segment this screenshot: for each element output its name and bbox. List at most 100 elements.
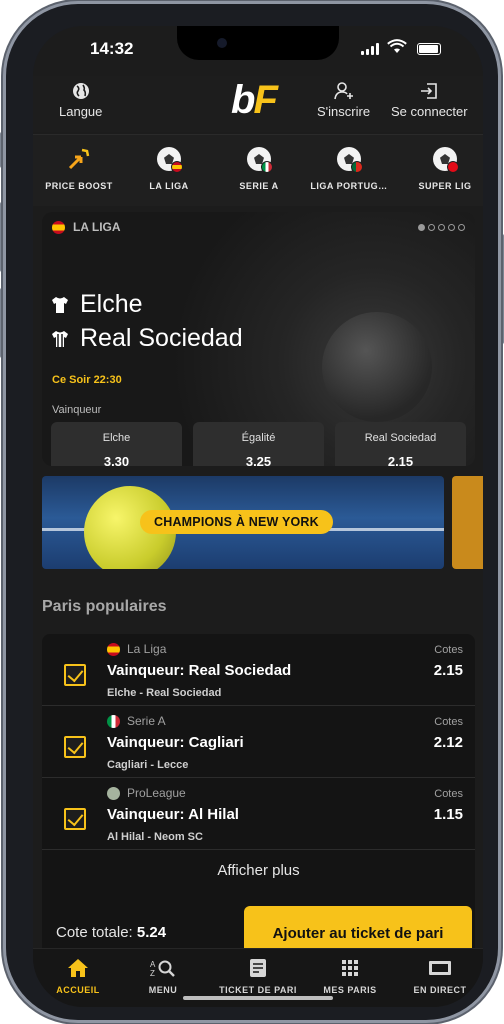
bet-league-label: La Liga <box>127 642 167 656</box>
carousel-dot[interactable] <box>428 224 435 231</box>
spain-flag-icon <box>52 220 65 234</box>
odds-caption: Cotes <box>434 788 463 800</box>
category-super-lig[interactable]: SUPER LIG <box>405 145 483 191</box>
category-price-boost[interactable]: PRICE BOOST <box>39 145 119 191</box>
featured-match-card[interactable]: LA LIGA Elche Real Sociedad Ce Soir 22:3… <box>42 212 475 466</box>
odds-label: Égalité <box>241 432 276 444</box>
bet-selection: Vainqueur: Cagliari <box>107 734 244 751</box>
promo-banner-next[interactable] <box>452 476 483 569</box>
odds-label: Elche <box>102 432 131 444</box>
italy-flag-icon <box>107 714 120 728</box>
odds-button-draw[interactable]: Égalité 3.25 <box>193 422 324 466</box>
away-team-name: Real Sociedad <box>80 324 243 352</box>
football-illustration <box>322 312 432 422</box>
away-team: Real Sociedad <box>50 324 243 353</box>
odds-value: 3.30 <box>103 454 130 466</box>
app-screen: 14:32 Langue bF S'inscrire Se connecter … <box>33 26 483 1007</box>
app-header: Langue bF S'inscrire Se connecter <box>33 76 483 132</box>
wifi-icon <box>387 39 407 53</box>
bet-selection: Vainqueur: Al Hilal <box>107 806 239 823</box>
football-spain-icon <box>155 145 183 173</box>
logo-b: b <box>231 78 255 122</box>
tab-menu[interactable]: AZ MENU <box>118 957 208 995</box>
login-button[interactable]: Se connecter <box>391 82 468 119</box>
popular-bet-row[interactable]: La Liga Vainqueur: Real Sociedad Elche -… <box>42 634 475 706</box>
tab-live[interactable]: EN DIRECT <box>395 957 483 995</box>
show-more-button[interactable]: Afficher plus <box>42 862 475 879</box>
football-portugal-icon <box>335 145 363 173</box>
popular-bet-row[interactable]: ProLeague Vainqueur: Al Hilal Al Hilal -… <box>42 778 475 850</box>
odds-button-home[interactable]: Elche 3.30 <box>51 422 182 466</box>
promo-banner-label: CHAMPIONS À NEW YORK <box>140 510 333 534</box>
live-icon <box>429 961 451 975</box>
home-icon <box>68 959 88 977</box>
volume-up-button <box>0 202 1 272</box>
odds-button-away[interactable]: Real Sociedad 2.15 <box>335 422 466 466</box>
signal-icon <box>361 43 379 55</box>
bet-league: Serie A <box>107 714 166 728</box>
category-strip: PRICE BOOST LA LIGA SERIE A LIGA PORTUG…… <box>33 134 483 206</box>
tab-home[interactable]: ACCUEIL <box>33 957 123 995</box>
carousel-dot[interactable] <box>438 224 445 231</box>
tab-my-bets[interactable]: MES PARIS <box>305 957 395 995</box>
category-serie-a[interactable]: SERIE A <box>219 145 299 191</box>
carousel-dot[interactable] <box>418 224 425 231</box>
tab-label: MES PARIS <box>323 985 377 995</box>
odds-value: 3.25 <box>245 454 272 466</box>
total-odds-value: 5.24 <box>136 924 167 941</box>
notch <box>177 26 339 60</box>
bet-checkbox[interactable] <box>64 808 86 830</box>
odds-caption: Cotes <box>434 716 463 728</box>
carousel-dots[interactable] <box>418 224 465 231</box>
promo-banner[interactable]: CHAMPIONS À NEW YORK <box>42 476 444 569</box>
carousel-dot[interactable] <box>458 224 465 231</box>
bet-checkbox[interactable] <box>64 664 86 686</box>
login-label: Se connecter <box>391 104 468 119</box>
popular-bet-row[interactable]: Serie A Vainqueur: Cagliari Cagliari - L… <box>42 706 475 778</box>
proleague-icon <box>107 786 120 800</box>
category-liga-portugal[interactable]: LIGA PORTUG… <box>309 145 389 191</box>
svg-text:A: A <box>150 960 156 969</box>
grid-icon <box>342 960 358 976</box>
signup-label: S'inscrire <box>317 104 371 119</box>
spain-flag-icon <box>107 642 120 656</box>
home-indicator <box>183 996 333 1000</box>
svg-text:Z: Z <box>150 969 155 978</box>
signup-button[interactable]: S'inscrire <box>317 82 370 119</box>
phone-frame: 14:32 Langue bF S'inscrire Se connecter … <box>0 4 504 1020</box>
bet-match: Cagliari - Lecce <box>107 759 189 771</box>
bet-league: ProLeague <box>107 786 186 800</box>
carousel-dot[interactable] <box>448 224 455 231</box>
bet-checkbox[interactable] <box>64 736 86 758</box>
price-boost-icon <box>65 145 93 173</box>
bet-league-label: Serie A <box>127 714 166 728</box>
odds-label: Real Sociedad <box>364 432 437 444</box>
kickoff-time: Ce Soir 22:30 <box>52 374 122 386</box>
bet-match: Elche - Real Sociedad <box>107 687 222 699</box>
bet-odds: 2.12 <box>433 734 463 751</box>
clock: 14:32 <box>90 39 134 58</box>
battery-icon <box>417 43 441 55</box>
language-button[interactable]: Langue <box>59 82 102 119</box>
market-label: Vainqueur <box>52 404 102 416</box>
popular-bets-title: Paris populaires <box>42 598 167 615</box>
login-icon <box>421 83 438 99</box>
menu-search-icon: AZ <box>150 960 175 978</box>
home-shirt-icon <box>52 296 68 313</box>
globe-icon <box>72 83 89 99</box>
tab-label: MENU <box>148 985 178 995</box>
bet-odds: 1.15 <box>433 806 463 823</box>
tab-betslip[interactable]: TICKET DE PARI <box>213 957 303 995</box>
category-label: PRICE BOOST <box>45 181 113 191</box>
total-odds: Cote totale: 5.24 <box>56 924 166 941</box>
brand-logo[interactable]: bF <box>231 78 278 123</box>
add-user-icon <box>333 82 353 100</box>
category-la-liga[interactable]: LA LIGA <box>129 145 209 191</box>
hero-league: LA LIGA <box>52 220 121 234</box>
bet-league-label: ProLeague <box>127 786 186 800</box>
side-button <box>0 132 1 168</box>
hero-league-label: LA LIGA <box>73 220 121 234</box>
home-team: Elche <box>50 290 143 319</box>
bet-odds: 2.15 <box>433 662 463 679</box>
bet-slip-icon <box>250 959 266 977</box>
